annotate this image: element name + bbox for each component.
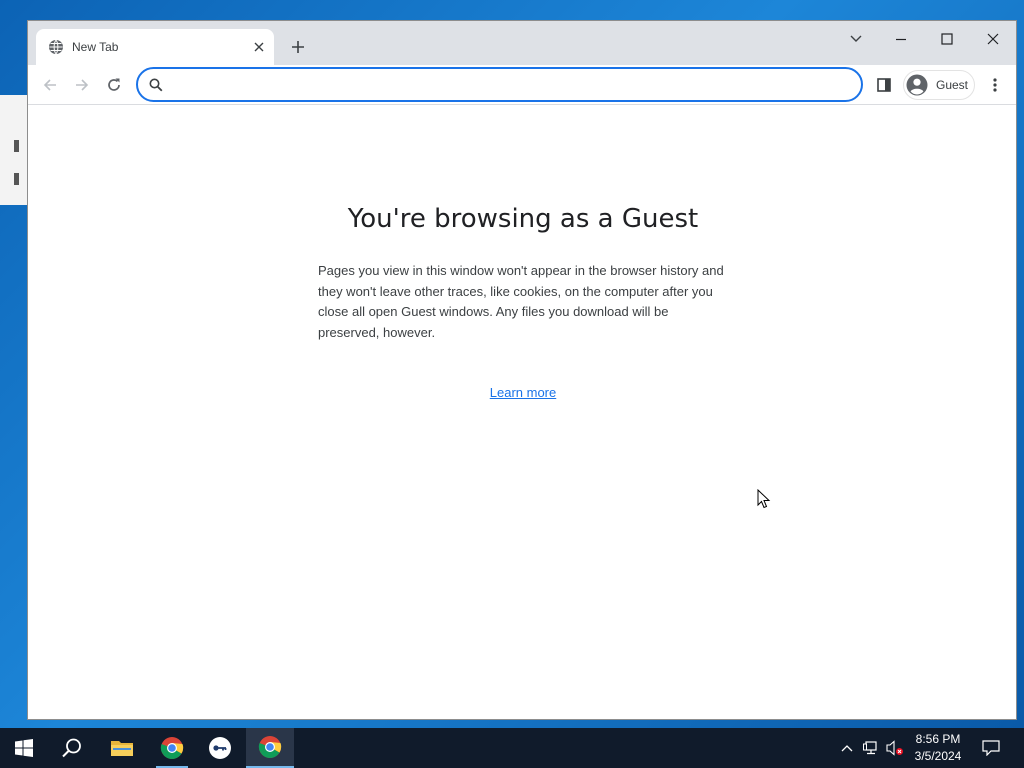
search-icon — [149, 78, 163, 92]
clock-time: 8:56 PM — [915, 732, 961, 746]
network-icon[interactable] — [860, 728, 882, 768]
browser-toolbar: Guest — [28, 65, 1016, 105]
browser-window: New Tab Guest You're browsing as a Guest… — [27, 20, 1017, 720]
guest-description: Pages you view in this window won't appe… — [318, 263, 724, 340]
search-icon[interactable] — [48, 728, 96, 768]
password-manager-icon[interactable] — [196, 728, 244, 768]
tab-new-tab[interactable]: New Tab — [36, 29, 274, 65]
background-window[interactable] — [0, 95, 30, 205]
profile-label: Guest — [936, 78, 969, 92]
clock-date: 3/5/2024 — [914, 749, 962, 763]
page-content: You're browsing as a Guest Pages you vie… — [28, 106, 1016, 719]
address-input[interactable] — [172, 74, 852, 96]
learn-more-link[interactable]: Learn more — [28, 385, 1016, 400]
taskbar-clock[interactable]: 8:56 PM 3/5/2024 — [905, 731, 971, 765]
side-panel-icon[interactable] — [870, 71, 898, 99]
reload-icon[interactable] — [100, 71, 128, 99]
page-title: You're browsing as a Guest — [347, 204, 699, 234]
tab-strip[interactable]: New Tab — [28, 21, 1016, 65]
taskbar: 8:56 PM 3/5/2024 — [0, 728, 1024, 768]
close-tab-icon[interactable] — [250, 38, 268, 56]
background-window-mark — [14, 173, 19, 185]
forward-arrow-icon[interactable] — [68, 71, 96, 99]
chrome-icon[interactable] — [246, 728, 294, 768]
minimize-icon[interactable] — [883, 25, 919, 53]
close-icon[interactable] — [975, 25, 1011, 53]
tab-title: New Tab — [72, 40, 119, 54]
person-avatar-icon — [906, 74, 928, 96]
background-window-mark — [14, 140, 19, 152]
plus-icon[interactable] — [286, 35, 310, 59]
globe-icon — [48, 39, 64, 55]
kebab-menu-icon[interactable] — [981, 71, 1009, 99]
address-bar[interactable] — [136, 67, 863, 102]
back-arrow-icon[interactable] — [36, 71, 64, 99]
show-hidden-icons-chevron[interactable] — [836, 728, 858, 768]
mouse-pointer-icon — [757, 488, 771, 509]
start-windows-icon[interactable] — [0, 728, 48, 768]
tab-search-icon[interactable] — [838, 25, 874, 53]
profile-button[interactable]: Guest — [903, 70, 975, 100]
chrome-icon[interactable] — [148, 728, 196, 768]
notifications-icon[interactable] — [978, 728, 1004, 768]
maximize-icon[interactable] — [929, 25, 965, 53]
volume-muted-icon[interactable] — [884, 728, 906, 768]
file-explorer-icon[interactable] — [98, 728, 146, 768]
